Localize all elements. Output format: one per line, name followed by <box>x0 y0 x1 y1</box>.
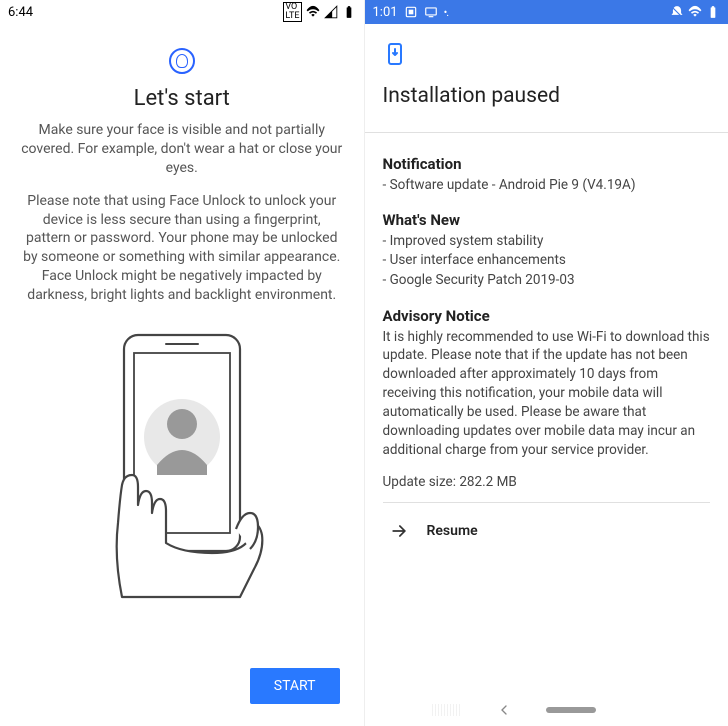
resume-label: Resume <box>427 523 478 539</box>
whats-new-item: - User interface enhancements <box>383 251 711 271</box>
battery-icon <box>706 5 720 19</box>
battery-icon <box>342 5 356 19</box>
notification-text: - Software update - Android Pie 9 (V4.19… <box>383 176 711 195</box>
installation-paused-screen: 1:01 •. Installation paused Notification… <box>364 0 728 726</box>
page-title: Installation paused <box>383 84 711 108</box>
instruction-text-1: Make sure your face is visible and not p… <box>0 121 364 178</box>
keyboard-hint-icon <box>432 704 462 716</box>
advisory-text: It is highly recommended to use Wi-Fi to… <box>383 328 711 460</box>
page-title: Let's start <box>0 86 364 111</box>
start-button[interactable]: START <box>250 668 340 704</box>
whats-new-item: - Improved system stability <box>383 232 711 252</box>
screenshot-icon <box>404 5 418 19</box>
notification-dots-icon: •. <box>444 6 449 19</box>
update-size-text: Update size: 282.2 MB <box>383 474 711 490</box>
status-bar: 1:01 •. <box>365 0 728 24</box>
status-bar: 6:44 VOLTE <box>0 0 364 24</box>
face-unlock-illustration <box>0 319 364 668</box>
face-unlock-setup-screen: 6:44 VOLTE Let's start Make sure your fa… <box>0 0 364 726</box>
notification-heading: Notification <box>383 155 711 173</box>
clock: 1:01 <box>373 5 398 20</box>
resume-button[interactable]: Resume <box>365 503 728 559</box>
advisory-heading: Advisory Notice <box>383 307 711 325</box>
volte-icon: VOLTE <box>283 2 301 22</box>
arrow-right-icon <box>389 521 409 541</box>
wifi-icon <box>306 5 320 19</box>
face-scan-icon <box>0 48 364 74</box>
cast-icon <box>424 5 438 19</box>
instruction-text-2: Please note that using Face Unlock to un… <box>0 192 364 305</box>
whats-new-item: - Google Security Patch 2019-03 <box>383 271 711 291</box>
download-icon <box>383 42 711 70</box>
nav-back-button[interactable] <box>496 702 512 718</box>
nav-bar <box>365 694 728 726</box>
wifi-icon <box>688 5 702 19</box>
signal-icon <box>324 5 338 19</box>
status-icons <box>670 5 720 19</box>
nav-home-pill[interactable] <box>546 707 596 713</box>
dnd-icon <box>670 5 684 19</box>
status-icons: VOLTE <box>283 2 355 22</box>
clock: 6:44 <box>8 5 33 20</box>
whats-new-heading: What's New <box>383 211 711 229</box>
